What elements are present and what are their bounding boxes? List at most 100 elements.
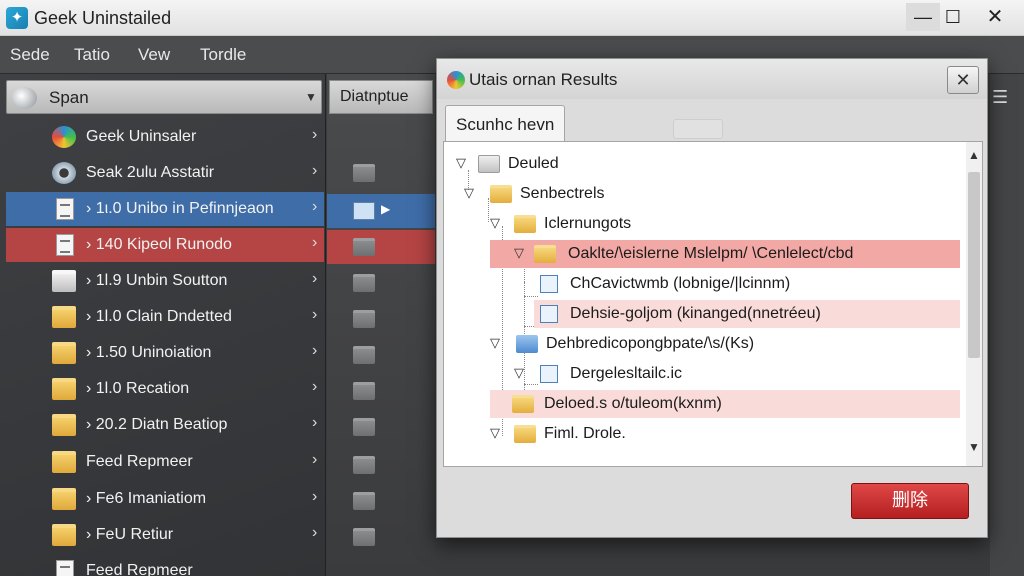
column-header[interactable]: Diatnptue (329, 80, 433, 114)
dialog-titlebar: Utais ornan Results ✕ (437, 59, 987, 99)
details-row-selected[interactable]: ▶ (327, 194, 435, 228)
menu-item-tatio[interactable]: Tatio (74, 45, 110, 65)
chevron-right-icon: › (312, 524, 318, 541)
folder-icon (52, 414, 76, 436)
folder-icon (516, 335, 538, 353)
list-item[interactable]: › Fe6 Imaniatiom › (6, 482, 324, 516)
tab-label: Scunhc hevn (456, 115, 555, 134)
document-icon (540, 365, 558, 383)
tree-node-flagged[interactable]: Dehsie-goljom (kinanged(nnetréeu) (534, 300, 960, 328)
tree-node[interactable]: ▽ Dergelesltailc.ic (444, 360, 960, 388)
minimize-button[interactable]: — (906, 3, 940, 31)
tree-node-label: Deuled (508, 155, 559, 172)
app-title: Geek Uninstailed (34, 8, 172, 28)
expand-toggle-icon[interactable]: ▽ (514, 365, 524, 381)
tree-scrollbar[interactable]: ▲ ▼ (966, 142, 982, 466)
expand-toggle-icon[interactable]: ▽ (456, 155, 466, 171)
scan-results-dialog: Utais ornan Results ✕ Scunhc hevn ▽ Deul… (436, 58, 988, 538)
chevron-right-icon: › (312, 162, 318, 179)
list-item[interactable]: › FeU Retiur › (6, 518, 324, 552)
list-item[interactable]: › 1l.0 Recation › (6, 372, 324, 406)
tree-node-label: Deloed.s o/tuleom(kxnm) (544, 395, 722, 412)
menu-item-sede[interactable]: Sede (10, 45, 50, 65)
tree-node[interactable]: ▽ Senbectrels (444, 180, 960, 208)
list-item-label: › Fe6 Imaniatiom (86, 490, 207, 507)
tree-node-label: Iclernungots (544, 215, 632, 232)
tree-node-label: Oaklte/\eislerne Mslelpm/ \Cenlelect/cbd (568, 245, 854, 262)
close-button[interactable]: ✕ (978, 3, 1012, 31)
list-item-label: › FeU Retiur (86, 526, 174, 543)
folder-icon (353, 418, 375, 436)
expand-toggle-icon[interactable]: ▽ (490, 215, 500, 231)
dialog-close-button[interactable]: ✕ (947, 66, 979, 94)
folder-icon (514, 215, 536, 233)
folder-icon (490, 185, 512, 203)
geek-uninstaller-icon: ✦ (6, 7, 28, 29)
list-item[interactable]: › 20.2 Diatn Beatiop › (6, 408, 324, 442)
chevron-right-icon: › (312, 488, 318, 505)
folder-icon (353, 346, 375, 364)
delete-button[interactable]: 删除 (851, 483, 969, 519)
tree-node[interactable]: ▽ Fiml. Drole. (444, 420, 960, 448)
list-item-label: › 1l.0 Recation (86, 380, 190, 397)
document-icon (540, 275, 558, 293)
tree-node-label: Senbectrels (520, 185, 605, 202)
details-row-flagged[interactable] (327, 230, 435, 264)
document-icon (540, 305, 558, 323)
list-item[interactable]: Feed Repmeer (6, 554, 324, 576)
folder-icon (52, 378, 76, 400)
expand-toggle-icon[interactable]: ▽ (490, 335, 500, 351)
folder-icon (353, 310, 375, 328)
chevron-down-icon: ▼ (305, 90, 317, 104)
folder-icon (52, 451, 76, 473)
expand-toggle-icon[interactable]: ▽ (464, 185, 474, 201)
tree-node[interactable]: ▽ Deuled (444, 150, 960, 178)
search-dropdown[interactable]: Span ▼ (6, 80, 322, 114)
tree-node-label: ChCavictwmb (lobnige/|lcinnm) (570, 275, 791, 292)
folder-icon (52, 306, 76, 328)
list-item[interactable]: › 1.50 Uninoiation › (6, 336, 324, 370)
tree-node[interactable]: ▽ Iclernungots (444, 210, 960, 238)
folder-icon (478, 155, 500, 173)
document-icon (56, 234, 74, 256)
tree-node-flagged[interactable]: ▽ Oaklte/\eislerne Mslelpm/ \Cenlelect/c… (490, 240, 960, 268)
gear-icon (52, 162, 76, 184)
scroll-up-icon[interactable]: ▲ (968, 148, 980, 162)
tree-node[interactable]: ChCavictwmb (lobnige/|lcinnm) (444, 270, 960, 298)
list-item[interactable]: Seak 2ulu Asstatir › (6, 156, 324, 190)
folder-icon (353, 202, 375, 220)
tree-node-label: Dehsie-goljom (kinanged(nnetréeu) (570, 305, 821, 322)
menu-icon[interactable]: ☰ (992, 88, 1014, 106)
arrow-right-icon: ▶ (381, 202, 391, 216)
list-item-label: Geek Uninsaler (86, 128, 197, 145)
chevron-right-icon: › (312, 234, 318, 251)
tab-search[interactable]: Scunhc hevn (445, 105, 565, 141)
expand-toggle-icon[interactable]: ▽ (514, 245, 524, 261)
chevron-right-icon: › (312, 378, 318, 395)
list-item-selected[interactable]: › 1ι.0 Unibo in Pefinnjeaon › (6, 192, 324, 226)
expand-toggle-icon[interactable]: ▽ (490, 425, 500, 441)
menu-item-tordle[interactable]: Tordle (200, 45, 246, 65)
list-item-label: › 20.2 Diatn Beatiop (86, 416, 228, 433)
list-item[interactable]: › 1l.0 Clain Dndetted › (6, 300, 324, 334)
scroll-down-icon[interactable]: ▼ (968, 440, 980, 454)
scroll-thumb[interactable] (968, 172, 980, 358)
list-item[interactable]: Geek Uninsaler › (6, 120, 324, 154)
list-item[interactable]: Feed Repmeer › (6, 445, 324, 479)
chevron-right-icon: › (312, 126, 318, 143)
tree-node[interactable]: ▽ Dehbredicopongbpate/\s/(Ks) (444, 330, 960, 358)
list-item[interactable]: › 1l.9 Unbin Soutton › (6, 264, 324, 298)
folder-icon (512, 395, 534, 413)
chevron-right-icon: › (312, 342, 318, 359)
folder-icon (353, 492, 375, 510)
menu-item-vew[interactable]: Vew (138, 45, 170, 65)
background-window-edge (990, 74, 1024, 576)
tree-node-flagged[interactable]: Deloed.s o/tuleom(kxnm) (490, 390, 960, 418)
folder-icon (353, 274, 375, 292)
document-icon (56, 198, 74, 220)
folder-icon (353, 238, 375, 256)
list-item-flagged[interactable]: › 140 Kipeol Runodo › (6, 228, 324, 262)
globe-icon (52, 126, 76, 148)
maximize-button[interactable]: ☐ (936, 3, 970, 31)
tree-node-label: Fiml. Drole. (544, 425, 626, 442)
